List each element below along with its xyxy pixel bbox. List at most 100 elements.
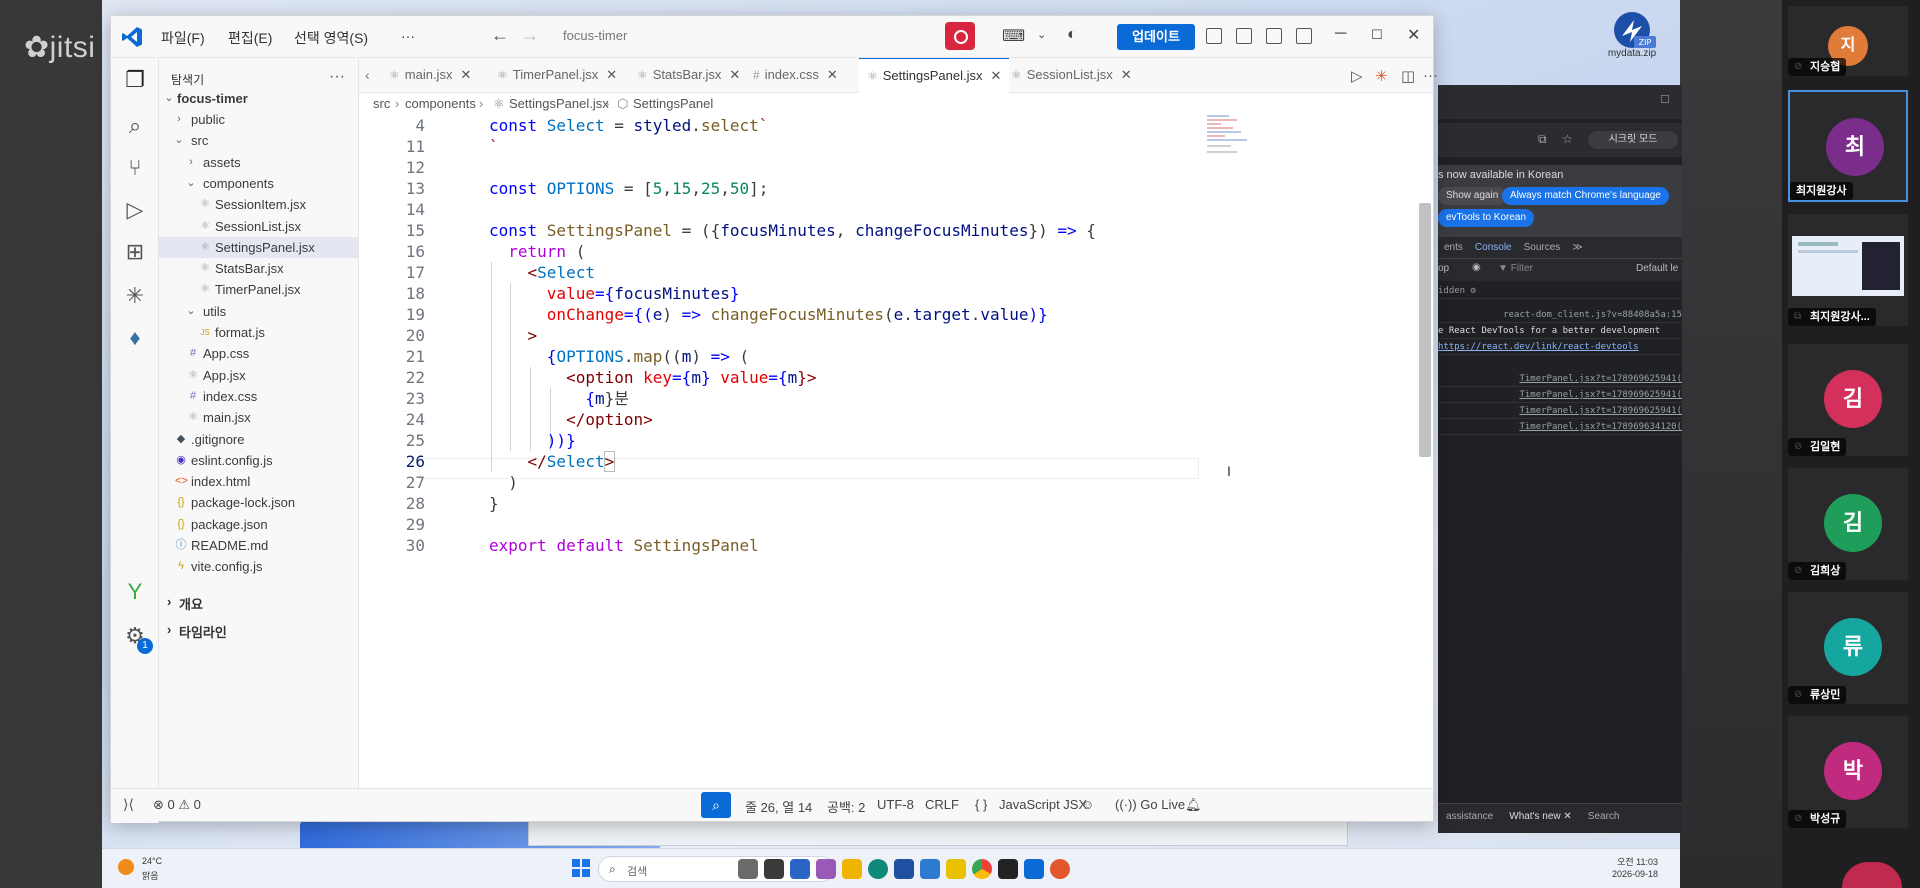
project-root[interactable]: ⌄ focus-timer: [159, 88, 358, 109]
show-again-button[interactable]: Show again: [1438, 187, 1507, 205]
console-log-line[interactable]: react-dom_client.js?v=88408a5a:15: [1438, 307, 1682, 323]
maximize-icon[interactable]: ☐: [1660, 93, 1670, 106]
close-icon[interactable]: ✕: [460, 67, 471, 82]
language-mode[interactable]: JavaScript JSX: [999, 797, 1087, 812]
app-icon[interactable]: [816, 859, 836, 879]
menu-file[interactable]: 파일(F): [161, 28, 205, 48]
maximize-icon[interactable]: ☐: [1371, 27, 1383, 43]
devtools-tab-elements[interactable]: ents: [1438, 237, 1469, 259]
claude-icon[interactable]: ✳: [1375, 67, 1388, 85]
participant-tile-screenshare[interactable]: ⧉ 최지원강사...: [1788, 214, 1908, 326]
participant-tile[interactable]: 김 ⊘ 김희상: [1788, 468, 1908, 580]
file-tree-file[interactable]: ⚛ SessionItem.jsx: [159, 194, 358, 215]
file-tree-file[interactable]: ◆ .gitignore: [159, 429, 358, 450]
translate-icon[interactable]: ⧉: [1538, 132, 1547, 147]
app-icon[interactable]: [946, 859, 966, 879]
copilot-status-icon[interactable]: ☺: [1081, 797, 1094, 812]
python-icon[interactable]: ♦: [123, 326, 147, 350]
file-tree-folder[interactable]: ⌄ src: [159, 130, 358, 151]
close-icon[interactable]: ✕: [991, 68, 1002, 83]
file-tree-file[interactable]: ⓘ README.md: [159, 535, 358, 556]
line-ending[interactable]: CRLF: [925, 797, 959, 812]
chrome-icon[interactable]: [972, 859, 992, 879]
widget-icon[interactable]: [764, 859, 784, 879]
file-tree-file[interactable]: {} package.json: [159, 514, 358, 535]
chevron-left-icon[interactable]: ‹: [365, 67, 370, 83]
drawer-tab-search[interactable]: Search: [1580, 804, 1628, 830]
participant-tile[interactable]: 김 ⊘ 김일현: [1788, 344, 1908, 456]
menu-edit[interactable]: 편집(E): [228, 28, 272, 48]
file-tree-file[interactable]: ⚛ main.jsx: [159, 407, 358, 428]
breadcrumb-item[interactable]: components: [405, 93, 476, 115]
toggle-secondary-sidebar-icon[interactable]: [1296, 28, 1312, 44]
explorer-icon[interactable]: ❐: [123, 68, 147, 92]
console-source-link[interactable]: TimerPanel.jsx?t=178969625941(: [1438, 371, 1682, 387]
vscode-taskbar-icon[interactable]: [1024, 859, 1044, 879]
console-source-link[interactable]: TimerPanel.jsx?t=178969625941(: [1438, 403, 1682, 419]
toggle-primary-sidebar-icon[interactable]: [1206, 28, 1222, 44]
minimap[interactable]: [1205, 115, 1265, 185]
menu-selection[interactable]: 선택 영역(S): [294, 28, 368, 48]
file-tree-file[interactable]: ◉ eslint.config.js: [159, 450, 358, 471]
close-icon[interactable]: ✕: [1121, 67, 1132, 82]
drawer-tab-whats-new[interactable]: What's new ✕: [1501, 804, 1580, 830]
weather-description[interactable]: 맑음: [142, 869, 159, 882]
bookmark-star-icon[interactable]: ☆: [1562, 132, 1573, 146]
file-tree-file[interactable]: # App.css: [159, 343, 358, 364]
tab-index-css[interactable]: # index.css ✕: [745, 58, 846, 92]
bell-icon[interactable]: 🔔︎: [1185, 797, 1202, 813]
file-tree-file[interactable]: ⚛ SettingsPanel.jsx: [159, 236, 358, 258]
close-icon[interactable]: ✕: [1407, 25, 1420, 45]
record-button[interactable]: [945, 22, 975, 50]
menu-more[interactable]: ···: [401, 28, 415, 44]
copilot-icon[interactable]: ⌨: [1002, 26, 1025, 46]
console-source-link[interactable]: TimerPanel.jsx?t=178969634120(: [1438, 419, 1682, 435]
testing-icon[interactable]: Y: [123, 580, 147, 604]
claude-icon[interactable]: ✳: [123, 284, 147, 308]
participant-tile[interactable]: 지 ⊘ 지승협: [1788, 6, 1908, 76]
language-braces-icon[interactable]: { }: [975, 797, 987, 812]
always-match-language-button[interactable]: Always match Chrome's language: [1502, 187, 1669, 205]
context-select[interactable]: op: [1438, 263, 1449, 274]
file-tree-file[interactable]: ⚛ App.jsx: [159, 365, 358, 386]
file-tree-file[interactable]: <> index.html: [159, 471, 358, 492]
windows-start-icon[interactable]: [572, 859, 590, 877]
go-live-button[interactable]: ((·)) Go Live: [1115, 797, 1185, 812]
edge-icon[interactable]: [868, 859, 888, 879]
timeline-section[interactable]: › 타임라인: [159, 622, 358, 644]
more-actions-icon[interactable]: ···: [1423, 67, 1438, 84]
close-icon[interactable]: ✕: [827, 67, 838, 82]
tab-settingspanel-jsx[interactable]: ⚛ SettingsPanel.jsx ✕: [859, 58, 1010, 93]
minimize-icon[interactable]: ─: [1335, 25, 1346, 43]
file-tree-file[interactable]: # index.css: [159, 386, 358, 407]
file-tree-file[interactable]: JS format.js: [159, 322, 358, 343]
incognito-badge[interactable]: 시크릿 모드: [1588, 131, 1678, 149]
tab-timerpanel-jsx[interactable]: ⚛ TimerPanel.jsx ✕: [489, 58, 625, 92]
source-control-icon[interactable]: ⑂: [123, 156, 147, 180]
search-icon[interactable]: ⌕: [123, 114, 147, 138]
outline-section[interactable]: › 개요: [159, 594, 358, 616]
eye-icon[interactable]: ◉: [1472, 262, 1481, 273]
mail-icon[interactable]: [920, 859, 940, 879]
console-source-link[interactable]: TimerPanel.jsx?t=178969625941(: [1438, 387, 1682, 403]
console-log-link[interactable]: https://react.dev/link/react-devtools: [1438, 339, 1682, 355]
file-explorer-icon[interactable]: [842, 859, 862, 879]
command-center-search[interactable]: focus-timer: [563, 28, 627, 43]
weather-temperature[interactable]: 24°C: [142, 856, 162, 866]
participant-tile[interactable]: 류 ⊘ 류상민: [1788, 592, 1908, 704]
devtools-tab-console[interactable]: Console: [1468, 237, 1518, 261]
close-icon[interactable]: ✕: [729, 67, 740, 82]
file-tree-file[interactable]: ⚛ TimerPanel.jsx: [159, 279, 358, 300]
devtools-tab-more[interactable]: ≫: [1566, 237, 1588, 259]
toggle-panel-icon[interactable]: [1266, 28, 1282, 44]
file-tree-file[interactable]: ⚛ SessionList.jsx: [159, 216, 358, 237]
cursor-position[interactable]: 줄 26, 열 14: [745, 797, 812, 816]
update-button[interactable]: 업데이트: [1117, 24, 1195, 50]
chevron-down-icon[interactable]: ⌄: [1037, 28, 1046, 41]
file-tree-file[interactable]: {} package-lock.json: [159, 492, 358, 513]
run-icon[interactable]: ▷: [1351, 67, 1363, 85]
run-debug-icon[interactable]: ▷: [123, 198, 147, 222]
app-icon[interactable]: [790, 859, 810, 879]
switch-devtools-korean-button[interactable]: evTools to Korean: [1438, 209, 1535, 227]
tab-sessionlist-jsx[interactable]: ⚛ SessionList.jsx ✕: [1003, 58, 1140, 92]
